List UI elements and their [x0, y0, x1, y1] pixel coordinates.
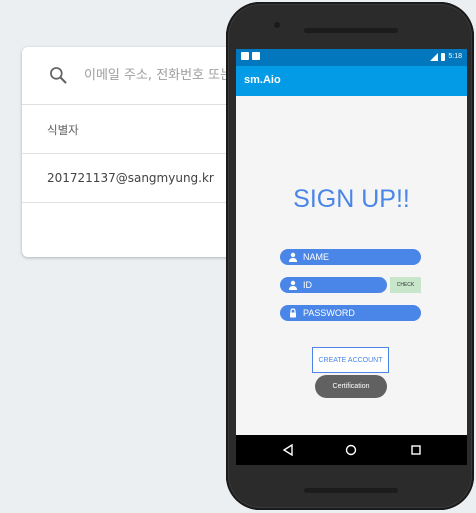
- home-icon[interactable]: [345, 444, 357, 456]
- app-title: sm.Aio: [244, 74, 281, 86]
- app-bar: sm.Aio: [236, 66, 467, 96]
- lock-icon: [290, 308, 296, 318]
- page-title: SIGN UP!!: [293, 185, 410, 213]
- clock: 5:18: [448, 53, 462, 60]
- speaker-top: [304, 28, 398, 33]
- check-button[interactable]: CHECK: [390, 277, 421, 293]
- back-icon[interactable]: [282, 444, 294, 456]
- create-account-button[interactable]: CREATE ACCOUNT: [312, 347, 389, 373]
- status-bar: 5:18: [236, 49, 467, 66]
- phone-frame: 5:18 sm.Aio SIGN UP!! NAME ID CHECK PASS…: [226, 2, 474, 510]
- signal-icon: [430, 52, 439, 61]
- camera: [274, 22, 280, 28]
- id-field[interactable]: ID: [280, 277, 387, 293]
- sd-card-icon: [252, 52, 260, 60]
- recent-apps-icon[interactable]: [411, 445, 421, 455]
- password-field-label: PASSWORD: [303, 308, 355, 318]
- navigation-bar: [236, 435, 467, 465]
- person-icon: [289, 252, 297, 262]
- name-field[interactable]: NAME: [280, 249, 421, 265]
- toast-message: Certification: [315, 375, 387, 398]
- speaker-bottom: [304, 488, 398, 493]
- user-identifier: 201721137@sangmyung.kr: [47, 171, 214, 185]
- phone-screen: 5:18 sm.Aio SIGN UP!! NAME ID CHECK PASS…: [236, 49, 467, 465]
- password-field[interactable]: PASSWORD: [280, 305, 421, 321]
- notification-icon: [241, 52, 249, 60]
- battery-icon: [441, 52, 446, 61]
- id-field-label: ID: [303, 280, 312, 290]
- person-icon: [289, 280, 297, 290]
- search-icon: [50, 67, 67, 84]
- name-field-label: NAME: [303, 252, 330, 262]
- column-header-identifier[interactable]: 식별자: [47, 122, 79, 138]
